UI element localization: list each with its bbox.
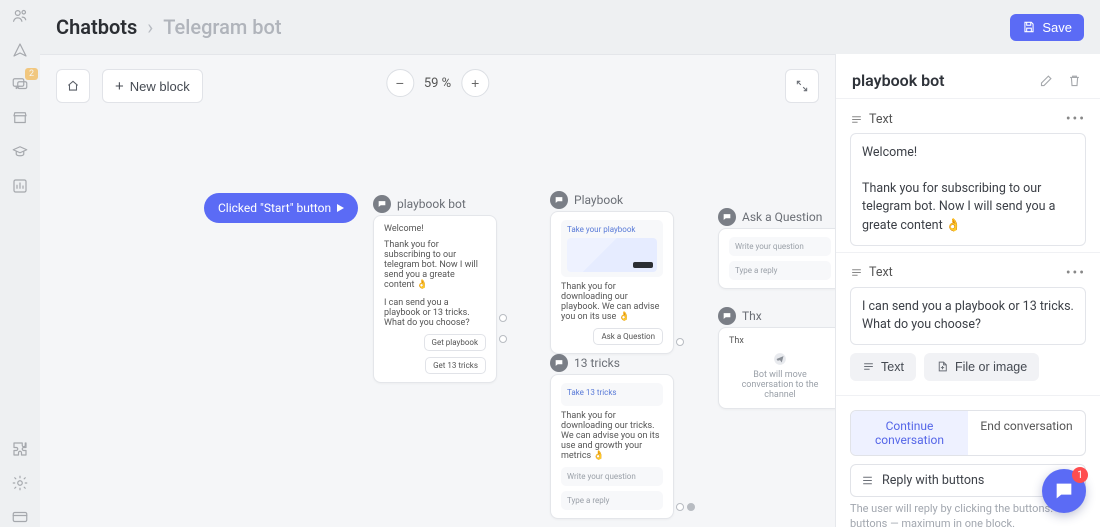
node-input[interactable]: Type a reply	[561, 491, 663, 510]
card-icon[interactable]	[10, 507, 30, 527]
node-title-playbook-bot[interactable]: playbook bot	[373, 195, 466, 213]
trigger-label: Clicked "Start" button	[218, 201, 331, 215]
breadcrumb-sep: ›	[147, 15, 153, 39]
breadcrumb-root[interactable]: Chatbots	[56, 15, 137, 39]
zoom-control: − 59 % +	[386, 69, 489, 97]
zoom-out-button[interactable]: −	[386, 69, 414, 97]
node-thx[interactable]: Thx Bot will move conversation to the ch…	[718, 327, 835, 409]
trigger-start[interactable]: Clicked "Start" button	[204, 193, 358, 223]
node-text: Thx	[729, 336, 831, 346]
canvas[interactable]: + New block − 59 % +	[40, 54, 835, 527]
add-file-button[interactable]: File or image	[924, 353, 1039, 381]
chat-icon	[550, 354, 568, 372]
save-button[interactable]: Save	[1010, 14, 1084, 41]
port[interactable]	[499, 314, 507, 322]
port[interactable]	[676, 503, 684, 511]
node-text: Welcome!	[384, 224, 486, 234]
analytics-icon[interactable]	[10, 176, 30, 196]
conversation-tabs: Continue conversation End conversation	[850, 410, 1086, 456]
edit-icon[interactable]	[1036, 70, 1056, 90]
port[interactable]	[499, 335, 507, 343]
play-icon	[337, 204, 344, 212]
node-title-ask[interactable]: Ask a Question	[718, 208, 822, 226]
education-icon[interactable]	[10, 142, 30, 162]
node-button-ask[interactable]: Ask a Question	[593, 328, 663, 345]
node-playbook[interactable]: Take your playbook Thank you for downloa…	[550, 211, 674, 354]
more-icon[interactable]: •••	[1066, 111, 1086, 127]
node-input[interactable]: Write your question	[561, 467, 663, 486]
node-button-get-tricks[interactable]: Get 13 tricks	[425, 357, 486, 374]
inspector-title: playbook bot	[852, 71, 1028, 90]
home-button[interactable]	[56, 69, 90, 103]
new-block-button[interactable]: + New block	[102, 69, 203, 103]
trash-icon[interactable]	[1064, 70, 1084, 90]
send-icon[interactable]	[10, 40, 30, 60]
settings-icon[interactable]	[10, 473, 30, 493]
node-ask[interactable]: Write your question Type a reply	[718, 228, 835, 289]
new-block-label: New block	[130, 79, 190, 94]
node-link[interactable]: Take your playbook	[567, 225, 657, 234]
inspector-panel: playbook bot Text ••• Welcome! Thank you…	[835, 54, 1100, 527]
port[interactable]	[687, 503, 695, 511]
nav-rail: 2	[0, 0, 40, 527]
nav-badge: 2	[25, 68, 38, 80]
node-text: Bot will move conversation to the channe…	[729, 370, 831, 400]
fullscreen-button[interactable]	[785, 69, 819, 103]
port[interactable]	[676, 338, 684, 346]
node-link[interactable]: Take 13 tricks	[567, 388, 657, 397]
tab-continue[interactable]: Continue conversation	[851, 411, 968, 455]
node-input[interactable]: Type a reply	[729, 261, 831, 280]
contacts-icon[interactable]	[10, 6, 30, 26]
node-text: Thank you for downloading our playbook. …	[561, 282, 663, 322]
node-tricks[interactable]: Take 13 tricks Thank you for downloading…	[550, 374, 674, 519]
chat-icon	[718, 307, 736, 325]
section-text-label: Text	[850, 112, 1058, 127]
breadcrumb-current: Telegram bot	[163, 15, 281, 39]
thumbnail	[567, 238, 657, 272]
node-title-thx[interactable]: Thx	[718, 307, 762, 325]
plus-icon: +	[115, 79, 124, 94]
node-text: I can send you a playbook or 13 tricks. …	[384, 298, 486, 328]
chat-icon	[718, 208, 736, 226]
tab-end[interactable]: End conversation	[968, 411, 1085, 455]
chat-icon	[373, 195, 391, 213]
support-chat-button[interactable]: 1	[1042, 469, 1086, 513]
node-title-playbook[interactable]: Playbook	[550, 191, 623, 209]
save-button-label: Save	[1042, 20, 1072, 35]
chat-icon	[550, 191, 568, 209]
puzzle-icon[interactable]	[10, 439, 30, 459]
node-input[interactable]: Write your question	[729, 237, 831, 256]
chatbots-icon[interactable]: 2	[10, 74, 30, 94]
topbar: Chatbots › Telegram bot Save	[40, 0, 1100, 54]
message-text-1[interactable]: Welcome! Thank you for subscribing to ou…	[850, 133, 1086, 246]
section-text-label: Text	[850, 265, 1058, 280]
more-icon[interactable]: •••	[1066, 265, 1086, 281]
node-text: Thank you for subscribing to our telegra…	[384, 240, 486, 290]
store-icon[interactable]	[10, 108, 30, 128]
node-title-tricks[interactable]: 13 tricks	[550, 354, 620, 372]
node-playbook-bot[interactable]: Welcome! Thank you for subscribing to ou…	[373, 215, 497, 383]
message-text-2[interactable]: I can send you a playbook or 13 tricks. …	[850, 287, 1086, 345]
chat-badge: 1	[1072, 467, 1088, 483]
zoom-value: 59 %	[424, 76, 451, 91]
zoom-in-button[interactable]: +	[461, 69, 489, 97]
node-button-get-playbook[interactable]: Get playbook	[424, 334, 486, 351]
add-text-button[interactable]: Text	[850, 353, 916, 381]
reply-mode-label: Reply with buttons	[882, 473, 1062, 488]
node-text: Thank you for downloading our tricks. We…	[561, 411, 663, 461]
telegram-icon	[773, 352, 787, 366]
breadcrumb: Chatbots › Telegram bot	[56, 15, 282, 39]
